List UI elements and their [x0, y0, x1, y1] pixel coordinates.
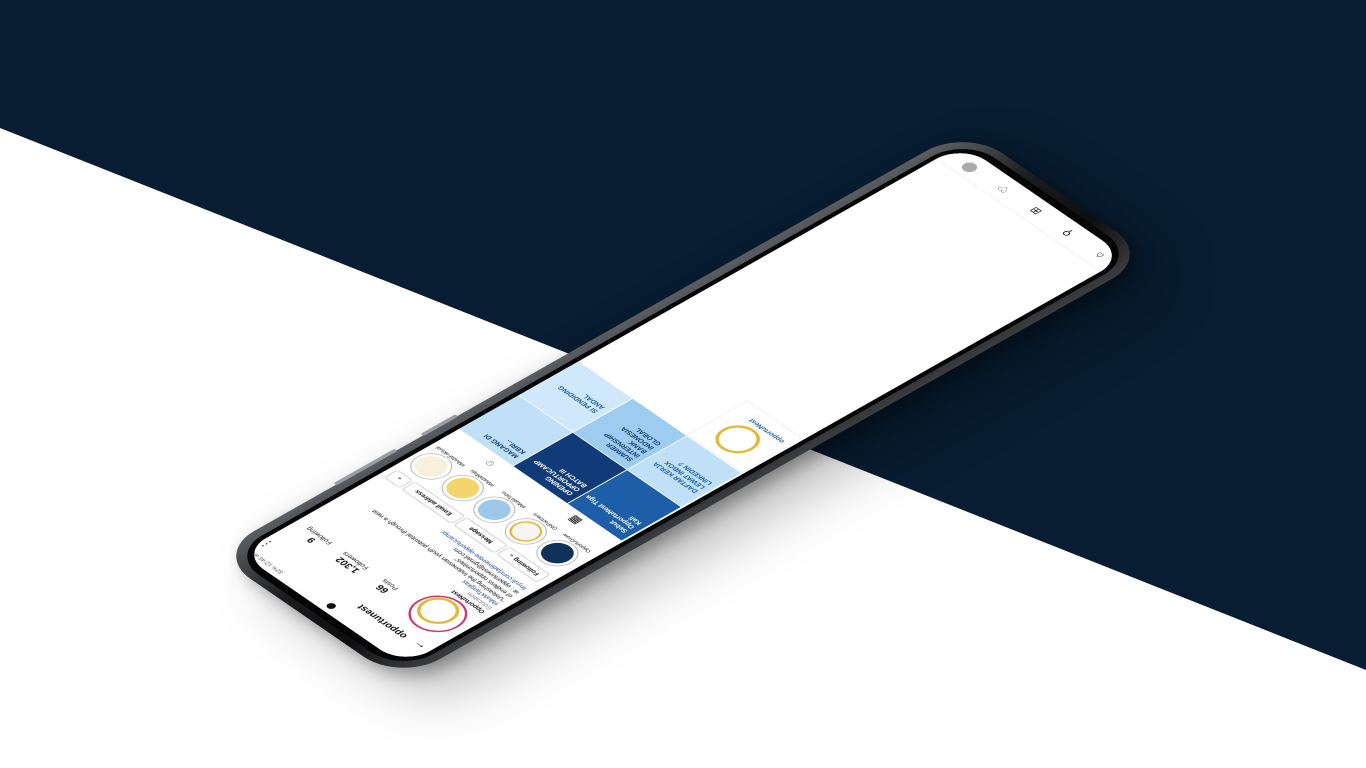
- stat-followers[interactable]: 1,302 Followers: [326, 547, 376, 580]
- add-post-icon[interactable]: ⊞: [1027, 205, 1045, 216]
- post-caption: Sebut OpportuNest Tiga Kali: [584, 494, 644, 534]
- post-caption: OPENING OPPORTUCAMP BATCH III: [532, 458, 590, 496]
- grid-icon[interactable]: ▦: [564, 514, 585, 527]
- post-caption: DAFTAR KERJA LEWAT INBOX LINKEDIN ?: [651, 460, 715, 494]
- profile-icon[interactable]: [958, 160, 981, 175]
- stat-posts[interactable]: 66 Posts: [362, 572, 409, 603]
- tagged-icon[interactable]: ☺: [480, 457, 499, 469]
- back-arrow-icon[interactable]: ←: [407, 639, 429, 652]
- heart-icon[interactable]: ♡: [994, 183, 1013, 195]
- stat-following[interactable]: 9 Following: [290, 522, 340, 555]
- profile-username: opportunest: [354, 602, 411, 640]
- search-icon[interactable]: ⚲: [1059, 227, 1077, 238]
- camera-hole: [324, 601, 338, 611]
- home-icon[interactable]: ⌂: [1092, 250, 1108, 260]
- post-caption: SI PENDIDING ANDAL: [556, 384, 608, 414]
- post-caption: MAGANG DI KBRI...: [482, 432, 529, 459]
